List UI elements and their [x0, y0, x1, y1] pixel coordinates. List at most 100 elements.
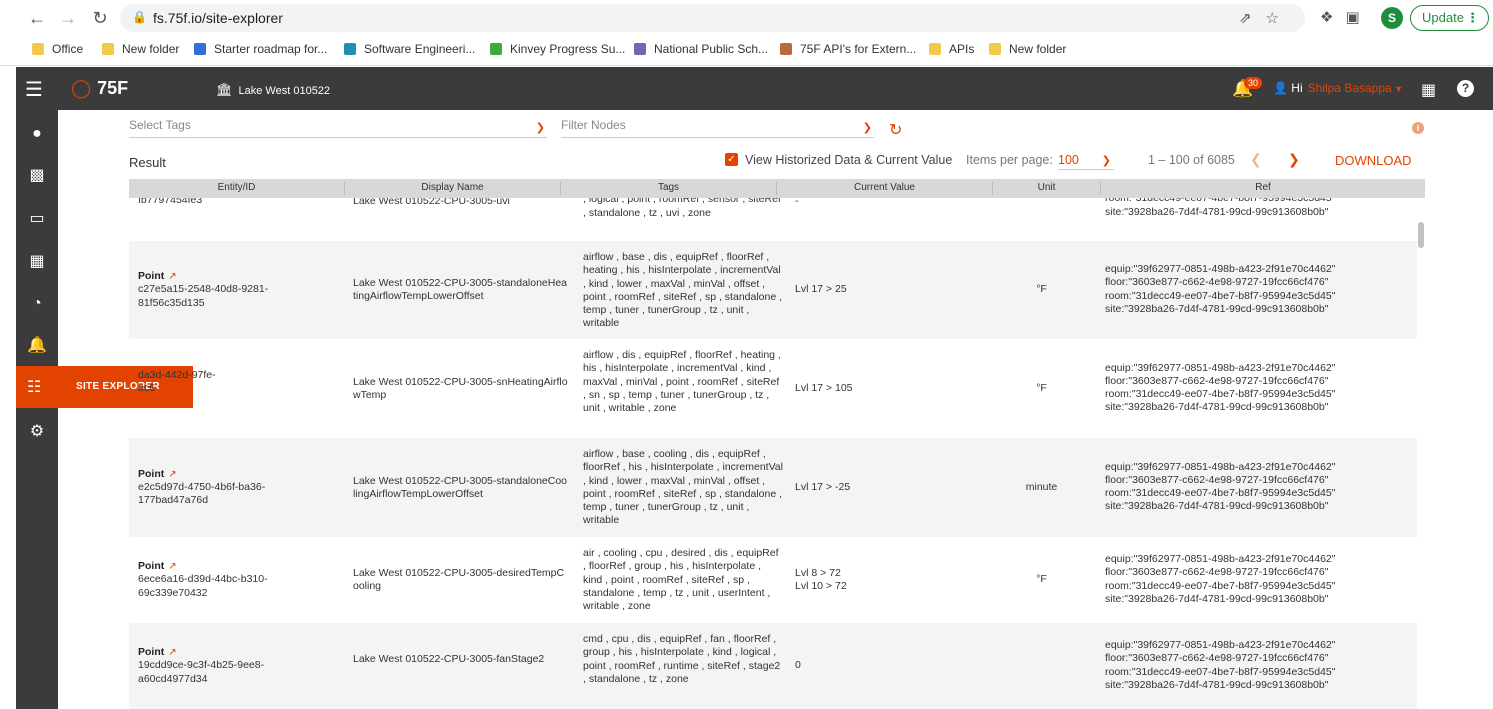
table-row[interactable]: Point ↗ 19cdd9ce-9c3f-4b25-9ee8-a60cd4977d…: [129, 623, 1417, 709]
bookmark-icon: [32, 43, 44, 55]
table-row[interactable]: 35122155-b80c-4988-af56-fb7797454fe3 Lake…: [129, 198, 1417, 240]
bookmark-label: Office: [52, 42, 84, 56]
bookmarks-bar: Office New folder Starter roadmap for... So…: [0, 36, 1493, 66]
prev-page-icon[interactable]: ❮: [1250, 151, 1262, 168]
share-star-icons[interactable]: ⇗☆: [1239, 9, 1293, 27]
cell-display-name: Lake West 010522-CPU-3005-desiredTempCoo…: [353, 567, 565, 593]
column-header[interactable]: Display Name: [345, 182, 561, 195]
table-body[interactable]: 35122155-b80c-4988-af56-fb7797454fe3 Lake…: [129, 198, 1417, 709]
scrollbar-thumb[interactable]: [1418, 222, 1424, 248]
settings-nav-icon[interactable]: ⚙: [16, 412, 58, 452]
historized-checkbox[interactable]: ✓: [725, 153, 738, 166]
profile-avatar[interactable]: S: [1381, 7, 1403, 29]
bookmark-item[interactable]: New folder: [989, 42, 1066, 56]
building-nav-icon[interactable]: ▩: [16, 156, 58, 196]
pie-chart-nav-icon[interactable]: ◔: [16, 284, 58, 324]
cell-ref: equip:"39f62977-0851-498b-a423-2f91e70c4…: [1105, 263, 1336, 315]
app-logo[interactable]: ◯ 75F: [71, 78, 128, 99]
bookmark-label: Kinvey Progress Su...: [510, 42, 626, 56]
trend-chart-icon[interactable]: ↗: [168, 647, 176, 658]
user-menu[interactable]: 👤 Hi Shilpa Basappa ▼: [1273, 81, 1403, 95]
bookmark-item[interactable]: APIs: [929, 42, 974, 56]
entity-id-value: c27e5a15-2548-40d8-9281-81f56c35d135: [138, 283, 269, 309]
select-tags-dropdown[interactable]: Select Tags ❯: [129, 118, 547, 138]
extensions-icon[interactable]: ❖▣: [1320, 8, 1372, 26]
cell-unit: °F: [1036, 573, 1047, 585]
apps-grid-icon[interactable]: ▦: [1421, 80, 1436, 100]
building-icon: 🏛: [216, 82, 233, 97]
column-header[interactable]: Ref: [1101, 182, 1425, 195]
flame-nav-icon[interactable]: ●: [16, 114, 58, 154]
column-header[interactable]: Current Value: [777, 182, 993, 195]
site-selector[interactable]: 🏛 Lake West 010522: [216, 82, 330, 98]
cell-tags: airflow , base , cooling , dis , equipRe…: [583, 448, 783, 527]
trend-chart-icon[interactable]: ↗: [168, 271, 176, 282]
bookmark-label: APIs: [949, 42, 975, 56]
items-per-page-select[interactable]: 100 ❯: [1058, 150, 1114, 170]
bookmark-item[interactable]: Kinvey Progress Su...: [490, 42, 625, 56]
next-page-icon[interactable]: ❯: [1288, 151, 1300, 168]
monitor-nav-icon[interactable]: ▭: [16, 199, 58, 239]
greeting: Hi: [1291, 81, 1303, 95]
refresh-icon[interactable]: ↻: [889, 120, 902, 140]
bookmark-item[interactable]: National Public Sch...: [634, 42, 768, 56]
table-row[interactable]: da3d-442d-97fe- bc6 Lake West 010522-CPU-…: [129, 339, 1417, 438]
bookmark-item[interactable]: New folder: [102, 42, 179, 56]
chevron-down-icon: ❯: [535, 122, 545, 134]
cell-display-name: Lake West 010522-CPU-3005-standaloneCool…: [353, 474, 568, 500]
dashboard-nav-icon[interactable]: ▦: [16, 242, 58, 282]
filter-nodes-dropdown[interactable]: Filter Nodes ❯: [561, 118, 874, 138]
trend-chart-icon[interactable]: ↗: [168, 561, 176, 572]
bookmark-item[interactable]: 75F API's for Extern...: [780, 42, 916, 56]
site-name-text: Lake West 010522: [238, 85, 331, 97]
bookmark-icon: [634, 43, 646, 55]
reload-icon[interactable]: ↻: [88, 6, 112, 30]
flame-icon: ◯: [71, 78, 92, 98]
column-header[interactable]: Tags: [561, 182, 777, 195]
cell-current-value: 0: [795, 659, 801, 671]
bookmark-icon: [344, 43, 356, 55]
cell-entity-id: Point ↗ 19cdd9ce-9c3f-4b25-9ee8-a60cd4977d…: [138, 646, 343, 686]
bookmark-item[interactable]: Software Engineeri...: [344, 42, 475, 56]
cell-unit: °F: [1036, 381, 1047, 394]
bookmark-icon: [929, 43, 941, 55]
update-button[interactable]: Update ⋮: [1410, 5, 1489, 31]
bookmark-item[interactable]: Office: [32, 42, 83, 56]
cell-ref: equip:"39f62977-0851-498b-a423-2f91e70c4…: [1105, 639, 1336, 691]
result-heading: Result: [129, 155, 166, 170]
trend-chart-icon[interactable]: ↗: [168, 469, 176, 480]
lock-icon: 🔒: [132, 10, 147, 24]
cell-entity-id: Point ↗ 6ece6a16-d39d-44bc-b310-69c339e704…: [138, 560, 343, 600]
pagination-range: 1 – 100 of 6085: [1148, 153, 1235, 167]
historized-label: View Historized Data & Current Value: [745, 153, 953, 167]
forward-icon[interactable]: →: [56, 6, 80, 30]
table-row[interactable]: Point ↗ 6ece6a16-d39d-44bc-b310-69c339e704…: [129, 537, 1417, 623]
cell-tags: cmd , cpu , dis , equipRef , fan , floor…: [583, 633, 781, 685]
select-tags-placeholder: Select Tags: [129, 118, 191, 132]
entity-id-value: 35122155-b80c-4988-af56-fb7797454fe3: [138, 198, 203, 207]
menu-icon[interactable]: ☰: [25, 77, 43, 102]
info-icon[interactable]: i: [1412, 122, 1424, 134]
cell-current-value: Lvl 17 > 25: [795, 283, 847, 295]
bookmark-item[interactable]: Starter roadmap for...: [194, 42, 327, 56]
download-button[interactable]: DOWNLOAD: [1335, 153, 1412, 168]
table-row[interactable]: Point ↗ e2c5d97d-4750-4b6f-ba36-177bad47a7…: [129, 438, 1417, 537]
bookmark-label: 75F API's for Extern...: [800, 42, 917, 56]
alerts-nav-icon[interactable]: 🔔: [16, 326, 58, 366]
entity-type: Point: [138, 646, 165, 658]
cell-entity-id: 35122155-b80c-4988-af56-fb7797454fe3: [138, 198, 343, 208]
cell-unit: minute: [1025, 480, 1058, 493]
back-icon[interactable]: ←: [25, 6, 49, 30]
cell-entity-id: Point ↗ c27e5a15-2548-40d8-9281-81f56c35d1…: [138, 270, 343, 310]
bookmark-label: New folder: [122, 42, 180, 56]
app-header: ☰ ◯ 75F 🏛 Lake West 010522 🔔 30 👤 Hi Shilpa…: [16, 67, 1493, 110]
kebab-menu-icon[interactable]: ⋮: [1466, 6, 1479, 30]
help-icon[interactable]: ?: [1457, 80, 1474, 97]
column-header[interactable]: Unit: [993, 182, 1101, 195]
cell-current-value: Lvl 8 > 72 Lvl 10 > 72: [795, 567, 847, 593]
column-header[interactable]: Entity/ID: [129, 182, 345, 195]
table-row[interactable]: Point ↗ c27e5a15-2548-40d8-9281-81f56c35d1…: [129, 241, 1417, 339]
url-text: fs.75f.io/site-explorer: [153, 10, 283, 26]
bookmark-label: Starter roadmap for...: [214, 42, 328, 56]
address-bar[interactable]: 🔒 fs.75f.io/site-explorer ⇗☆: [120, 4, 1305, 32]
